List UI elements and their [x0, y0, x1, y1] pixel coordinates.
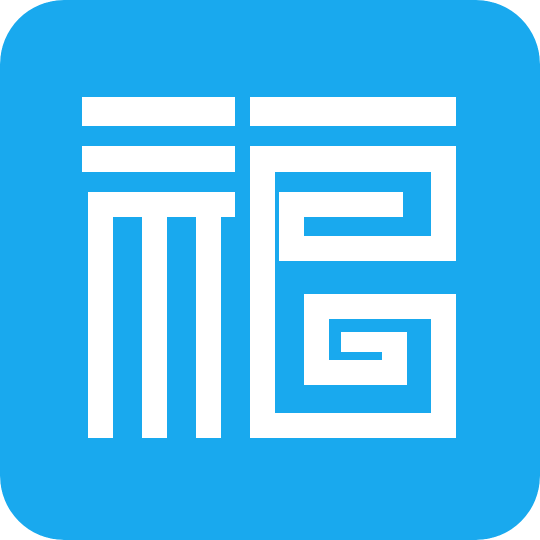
fu-character-icon	[0, 0, 540, 540]
app-icon[interactable]	[0, 0, 540, 540]
